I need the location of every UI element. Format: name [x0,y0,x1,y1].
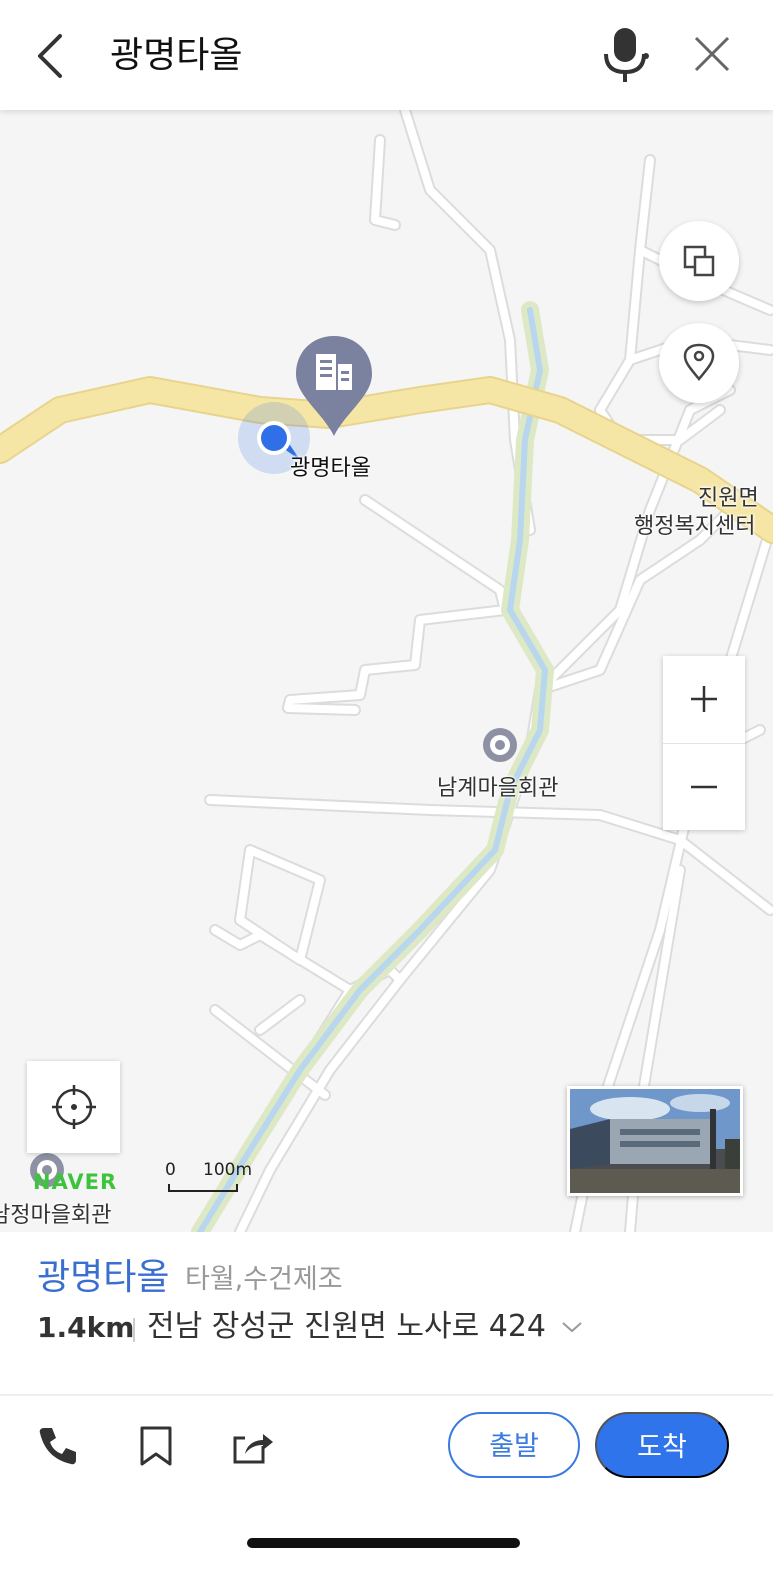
place-category: 타월,수건제조 [185,1264,343,1295]
location-pin-icon [683,343,715,382]
poi-label-namjeong[interactable]: 남정마을회관 [0,1197,111,1229]
zoom-controls [663,656,745,830]
minus-icon [691,785,717,789]
place-address[interactable]: 전남 장성군 진원면 노사로 424 [147,1306,546,1348]
place-pin-label: 광명타올 [290,456,371,481]
scale-length-label: 100m [203,1160,253,1180]
poi-label-office-line2[interactable]: 행정복지센터 [634,508,755,540]
current-location-button[interactable] [27,1061,120,1153]
scale-zero-label: 0 [165,1160,176,1180]
voice-search-button[interactable] [600,26,654,84]
close-icon [694,36,730,72]
microphone-icon [604,28,649,82]
naver-logo: NAVER [33,1170,118,1194]
search-query[interactable]: 광명타올 [110,30,242,82]
back-button[interactable] [30,30,74,82]
arrive-button[interactable]: 도착 [595,1412,729,1478]
depart-button[interactable]: 출발 [448,1412,580,1478]
chevron-down-icon[interactable] [560,1318,584,1336]
home-indicator[interactable] [247,1538,520,1548]
zoom-out-button[interactable] [663,744,745,830]
street-view-image [570,1089,740,1193]
bookmark-icon[interactable] [134,1424,178,1468]
search-header: 광명타올 [0,0,773,110]
crosshair-icon [52,1085,96,1129]
plus-icon [691,686,717,712]
place-distance: 1.4km [37,1311,135,1344]
map-scale: 0 100m [165,1160,265,1200]
layers-icon [683,245,715,277]
share-icon[interactable] [231,1424,275,1468]
place-info-panel[interactable]: 광명타올 타월,수건제조 1.4km 전남 장성군 진원면 노사로 424 [0,1232,773,1394]
clear-button[interactable] [690,32,734,76]
place-pin-marker[interactable] [294,334,374,439]
poi-label-namgye[interactable]: 남계마을회관 [437,770,558,802]
action-bar: 출발 도착 [0,1396,773,1582]
chevron-left-icon [38,34,62,78]
phone-icon[interactable] [36,1424,80,1468]
scale-bar [168,1184,238,1192]
zoom-in-button[interactable] [663,656,745,742]
map-view[interactable]: 광명타올 남계마을회관 진원면 행정복지센터 남정마을회관 NAVER 0 10… [0,110,773,1232]
nearby-places-button[interactable] [659,323,739,403]
place-name[interactable]: 광명타올 [37,1252,169,1304]
layers-button[interactable] [659,221,739,301]
distance-divider [133,1318,135,1342]
street-view-thumbnail[interactable] [567,1086,743,1196]
